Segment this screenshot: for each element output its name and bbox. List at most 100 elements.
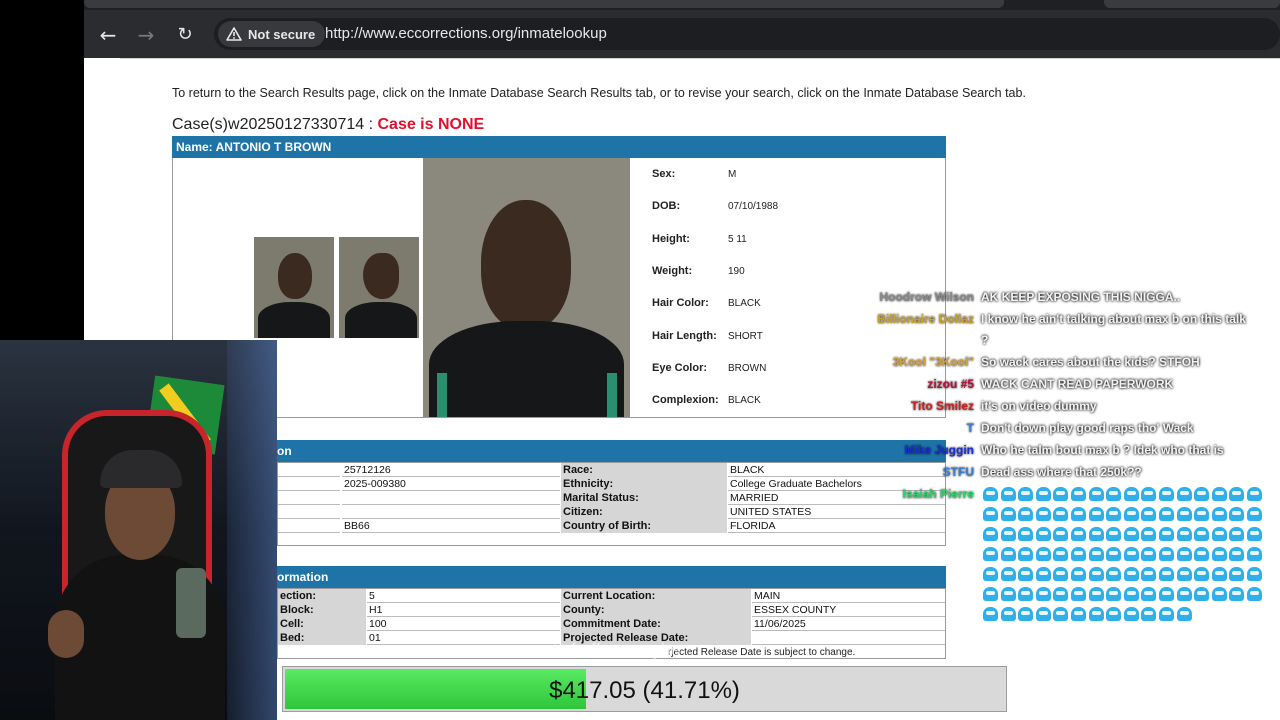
detail-label: DOB: bbox=[652, 200, 681, 213]
release-note: rjected Release Date is subject to chang… bbox=[668, 647, 856, 658]
emote-icon bbox=[1158, 527, 1174, 541]
table-cell bbox=[342, 491, 560, 505]
emote-icon bbox=[983, 587, 998, 601]
emote-icon bbox=[1176, 587, 1192, 601]
case-status: Case is NONE bbox=[377, 116, 485, 133]
emote-icon bbox=[1229, 547, 1245, 561]
table-label: Block: bbox=[278, 603, 366, 617]
forward-button[interactable]: → bbox=[133, 22, 159, 48]
detail-label: Eye Color: bbox=[652, 361, 708, 374]
table-cell: 11/06/2025 bbox=[752, 617, 945, 631]
chat-username: zizou #5 bbox=[927, 377, 974, 391]
case-line: Case(s)w20250127330714 : Case is NONE bbox=[172, 116, 484, 134]
table-cell bbox=[278, 463, 340, 477]
reload-icon: ↻ bbox=[177, 24, 193, 45]
emote-icon bbox=[1088, 487, 1104, 501]
webcam-overlay bbox=[0, 340, 277, 720]
reload-button[interactable]: ↻ bbox=[172, 22, 198, 48]
emote-icon bbox=[1141, 547, 1157, 561]
table-cell bbox=[752, 631, 945, 645]
emote-icon bbox=[1158, 567, 1174, 581]
emote-icon bbox=[1000, 487, 1016, 501]
table-cell: 25712126 bbox=[342, 463, 560, 477]
emote-icon bbox=[1194, 487, 1210, 501]
emote-icon bbox=[1000, 547, 1016, 561]
security-label: Not secure bbox=[248, 26, 316, 42]
table-cell: FLORIDA bbox=[728, 519, 945, 533]
emote-icon bbox=[1211, 547, 1227, 561]
emote-icon bbox=[983, 507, 998, 521]
address-bar[interactable]: Not secure http://www.eccorrections.org/… bbox=[214, 18, 1280, 50]
emote-icon bbox=[983, 487, 998, 501]
emote-icon bbox=[1246, 507, 1262, 521]
emote-icon bbox=[1088, 607, 1104, 621]
phone bbox=[176, 568, 206, 638]
table-label: Ethnicity: bbox=[561, 477, 727, 491]
emote-icon bbox=[983, 547, 998, 561]
emote-icon bbox=[1000, 587, 1016, 601]
emote-icon bbox=[1018, 487, 1034, 501]
chat-username: 3Kool "3Kool" bbox=[892, 355, 974, 369]
emote-icon bbox=[1070, 547, 1086, 561]
mugshot-thumbnail-profile[interactable] bbox=[339, 237, 419, 338]
table-cell bbox=[342, 505, 560, 519]
caption-ghost-text: relief effort maybe bbox=[537, 640, 681, 660]
table-cell bbox=[278, 491, 340, 505]
mugshot-thumbnail-front[interactable] bbox=[254, 237, 334, 338]
emote-icon bbox=[1018, 527, 1034, 541]
emote-icon bbox=[1123, 587, 1139, 601]
emote-icon bbox=[1088, 587, 1104, 601]
table-label: Bed: bbox=[278, 631, 366, 645]
detail-value: BLACK bbox=[728, 298, 761, 310]
emote-icon bbox=[1158, 607, 1174, 621]
emote-icon bbox=[1211, 587, 1227, 601]
chat-username: STFU bbox=[942, 465, 974, 479]
emote-icon bbox=[1141, 527, 1157, 541]
tab-divider bbox=[120, 58, 1280, 64]
section-header-information: ormation bbox=[277, 566, 946, 588]
url-text[interactable]: http://www.eccorrections.org/inmatelooku… bbox=[325, 25, 607, 42]
table-label: Cell: bbox=[278, 617, 366, 631]
emote-icon bbox=[1123, 567, 1139, 581]
emote-icon bbox=[1053, 587, 1069, 601]
browser-tab[interactable] bbox=[84, 0, 1004, 8]
detail-label: Height: bbox=[652, 232, 690, 245]
emote-icon bbox=[1106, 567, 1122, 581]
emote-icon bbox=[1000, 527, 1016, 541]
back-button[interactable]: ← bbox=[95, 22, 121, 48]
emote-icon bbox=[983, 527, 998, 541]
emote-icon bbox=[1106, 547, 1122, 561]
browser-tab[interactable] bbox=[1104, 0, 1280, 8]
chat-username: T bbox=[966, 421, 974, 435]
table-label: County: bbox=[561, 603, 751, 617]
emote-icon bbox=[1070, 527, 1086, 541]
emote-icon bbox=[1211, 527, 1227, 541]
chat-message: AK KEEP EXPOSING THIS NIGGA.. bbox=[981, 290, 1181, 304]
chat-message: WACK CANT READ PAPERWORK bbox=[981, 377, 1174, 391]
emote-icon bbox=[1106, 527, 1122, 541]
table-label: Marital Status: bbox=[561, 491, 727, 505]
table-cell: UNITED STATES bbox=[728, 505, 945, 519]
emote-icon bbox=[1194, 507, 1210, 521]
browser-toolbar: ← → ↻ Not secure http://www.eccorrection… bbox=[84, 10, 1280, 58]
emote-icon bbox=[1106, 607, 1122, 621]
emote-icon bbox=[1246, 487, 1262, 501]
arrow-left-icon: ← bbox=[99, 23, 117, 47]
chat-username: Hoodrow Wilson bbox=[879, 290, 974, 304]
chat-message: Don't down play good raps tho' Wack bbox=[981, 421, 1194, 435]
site-info-button[interactable]: Not secure bbox=[218, 21, 326, 47]
emote-icon bbox=[1035, 487, 1051, 501]
emote-icon bbox=[1194, 527, 1210, 541]
chat-message: it's on video dummy bbox=[981, 399, 1097, 413]
emote-icon bbox=[1194, 547, 1210, 561]
detail-label: Complexion: bbox=[652, 394, 719, 407]
emote-icon bbox=[1229, 527, 1245, 541]
emote-icon bbox=[1053, 567, 1069, 581]
instructions-text: To return to the Search Results page, cl… bbox=[172, 86, 1026, 100]
detail-value: SHORT bbox=[728, 330, 763, 342]
chat-message: Who he talm bout max b ? Idek who that i… bbox=[981, 443, 1224, 457]
emote-icon bbox=[1053, 607, 1069, 621]
chat-message: I know he ain't talking about max b on t… bbox=[981, 312, 1246, 326]
emote-icon bbox=[1035, 507, 1051, 521]
emote-icon bbox=[1176, 567, 1192, 581]
